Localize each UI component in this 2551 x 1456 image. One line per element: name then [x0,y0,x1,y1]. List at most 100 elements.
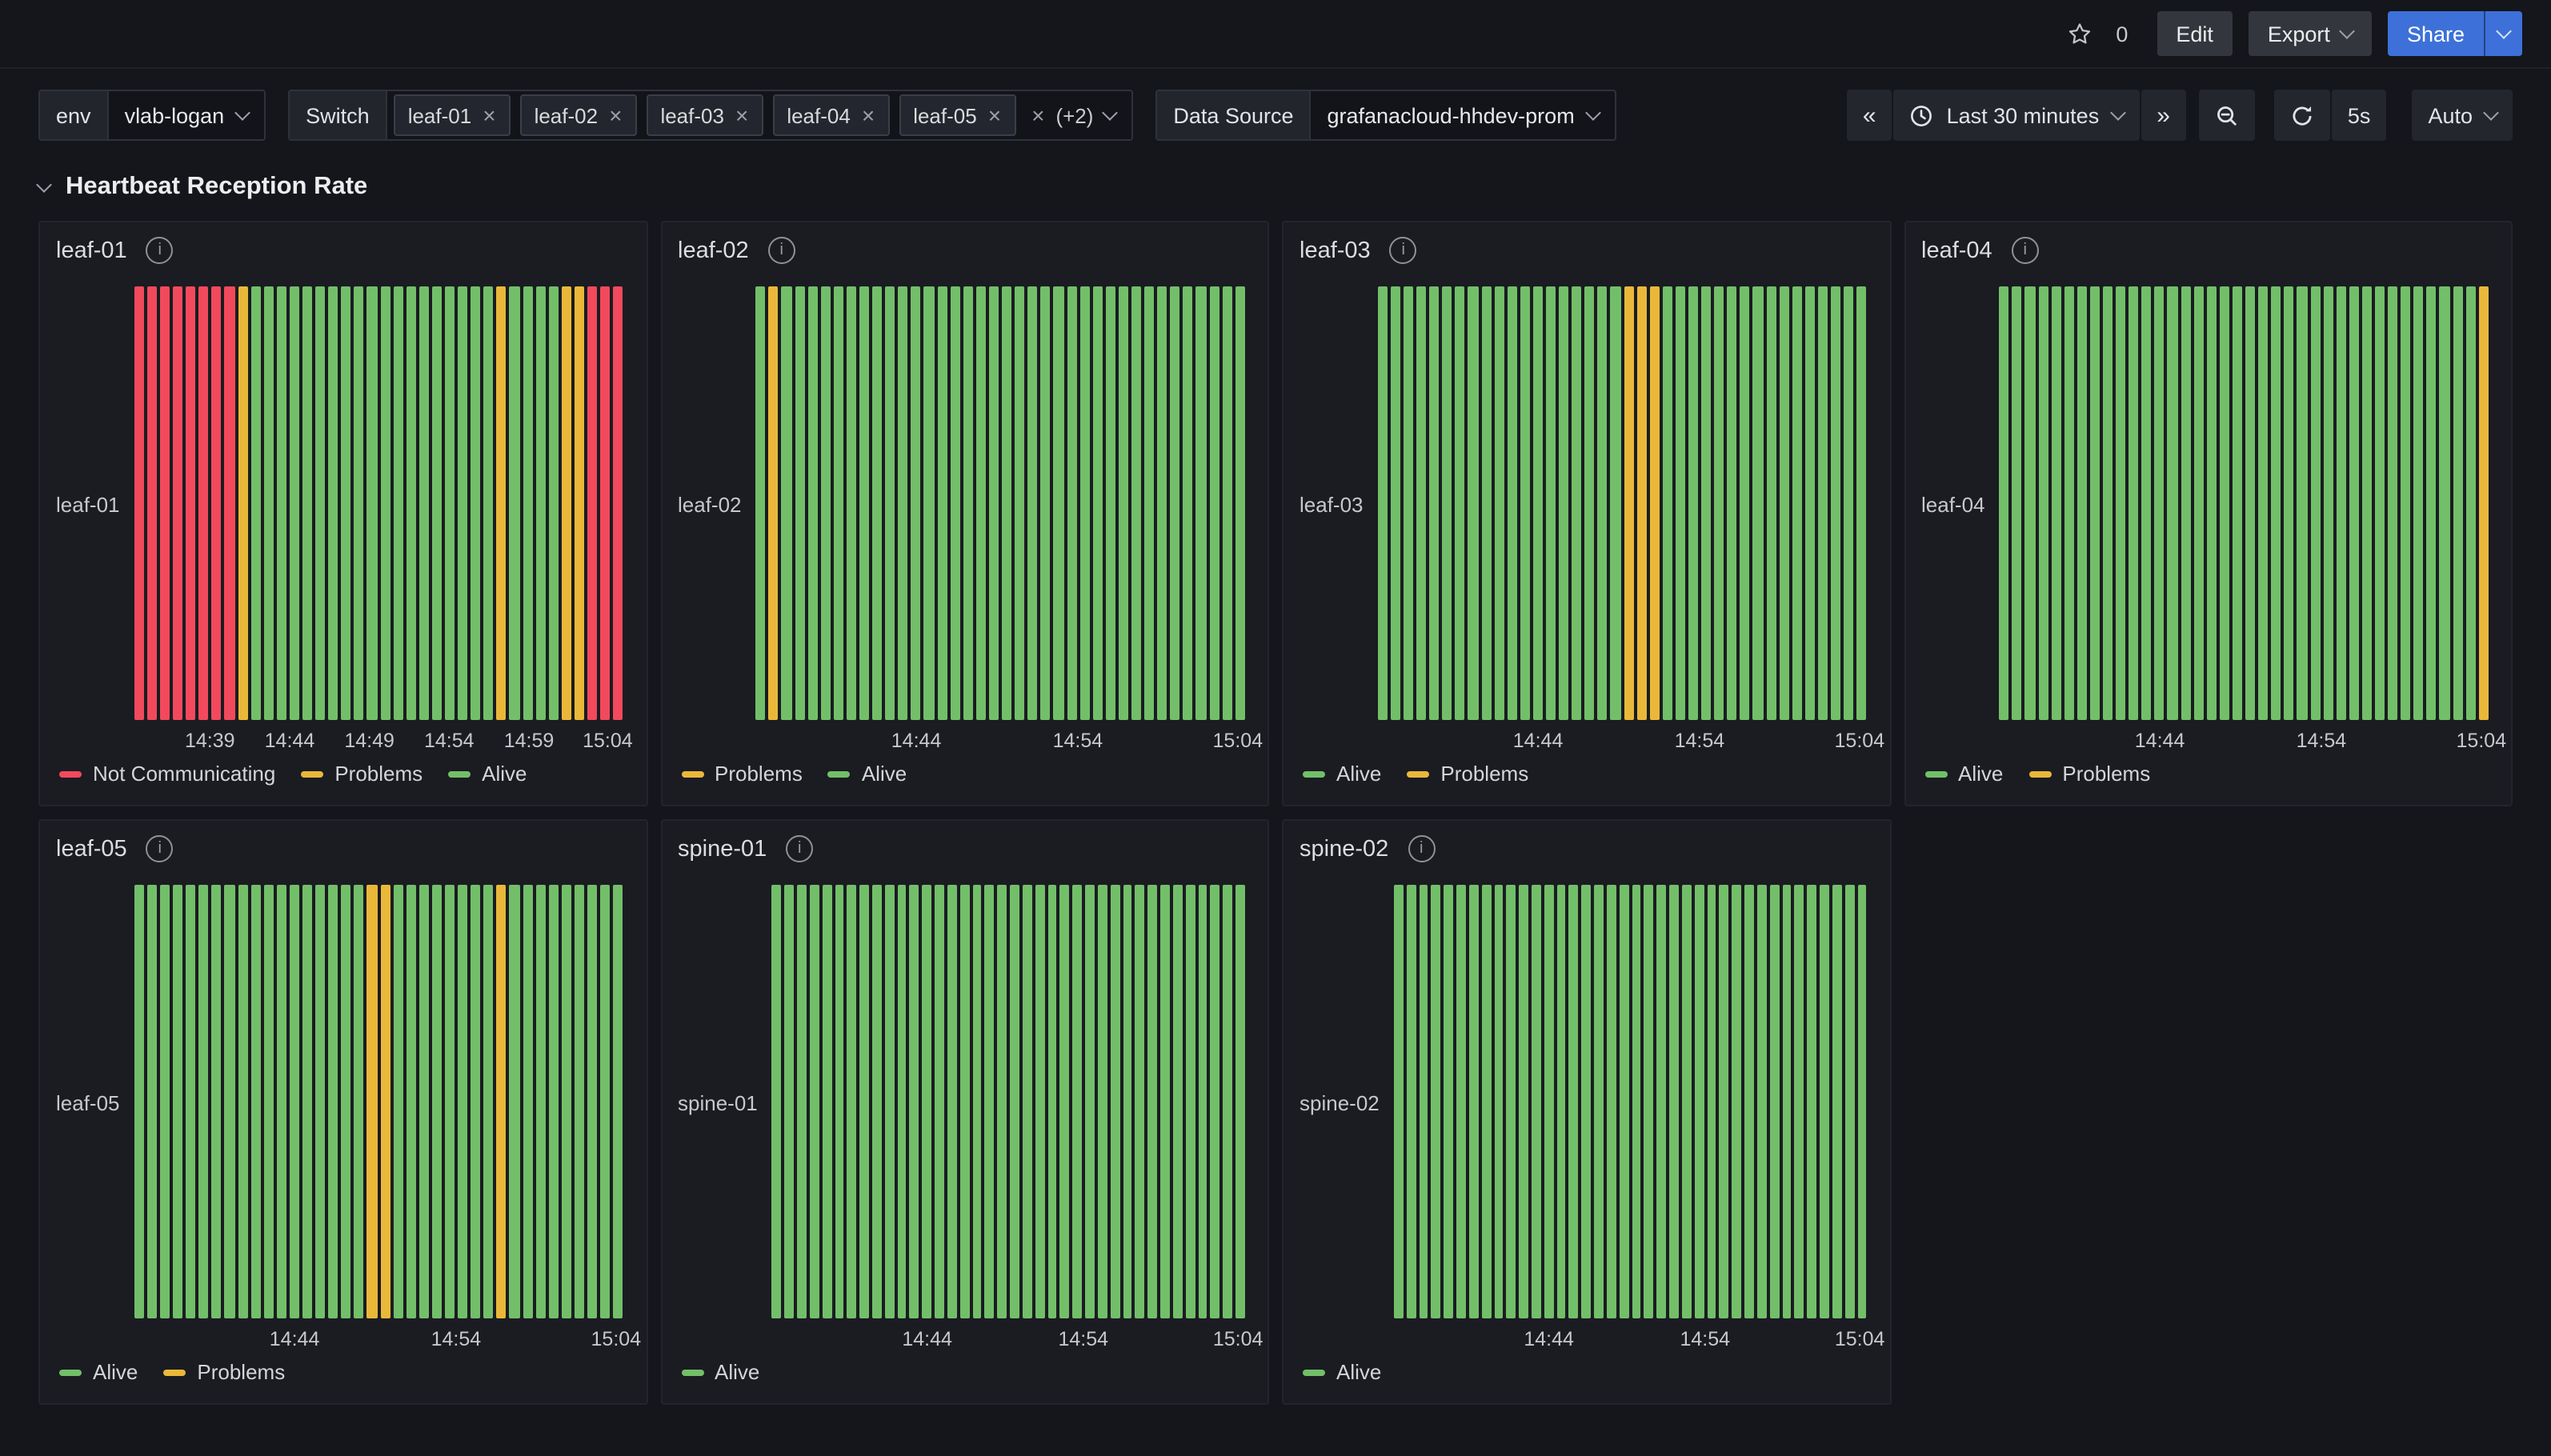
env-variable-value[interactable]: vlab-logan [107,90,266,141]
remove-tag-icon[interactable]: × [735,104,748,126]
zoom-out-button[interactable] [2199,90,2255,141]
info-icon[interactable]: i [768,237,795,264]
status-bar-alive [1119,286,1128,720]
x-tick: 14:54 [424,730,475,752]
auto-button-label: Auto [2428,103,2473,127]
status-bar-problems [1624,286,1633,720]
legend-item-alive[interactable]: Alive [681,1360,759,1384]
status-history-chart: leaf-04 14:4414:5415:04 [1905,267,2511,755]
share-button[interactable]: Share [2388,11,2484,56]
panel-title[interactable]: leaf-05 [56,836,127,862]
chevron-down-icon [1103,105,1119,121]
share-menu-button[interactable] [2484,11,2522,56]
legend-item-alive[interactable]: Alive [828,762,907,786]
status-bar-alive [1844,885,1854,1318]
panel-title[interactable]: spine-02 [1300,836,1388,862]
legend-item-alive[interactable]: Alive [448,762,527,786]
datasource-control: Data Source grafanacloud-hhdev-prom [1155,90,1616,141]
info-icon[interactable]: i [146,237,174,264]
status-bar-alive [419,286,429,720]
remove-tag-icon[interactable]: × [609,104,622,126]
status-bar-alive [2064,286,2073,720]
switch-variable-value[interactable]: leaf-01×leaf-02×leaf-03×leaf-04×leaf-05×… [386,90,1134,141]
status-bar-alive [924,286,934,720]
time-range-button[interactable]: Last 30 minutes [1894,90,2140,141]
y-axis-label: leaf-01 [56,286,134,755]
clear-all-icon[interactable]: × [1031,104,1044,126]
switch-more-group[interactable]: × (+2) [1031,103,1115,127]
status-bar-alive [1185,885,1195,1318]
remove-tag-icon[interactable]: × [483,104,495,126]
status-bar-alive [1160,885,1170,1318]
legend-item-alive[interactable]: Alive [1303,762,1381,786]
auto-button[interactable]: Auto [2412,90,2513,141]
status-bar-alive [756,286,766,720]
legend-item-alive[interactable]: Alive [1303,1360,1381,1384]
star-button[interactable] [2060,14,2100,54]
legend-item-problems[interactable]: Problems [163,1360,285,1384]
status-bar-alive [1456,286,1465,720]
time-shift-back-button[interactable]: « [1847,90,1892,141]
status-bar-alive [367,286,377,720]
status-bar-alive [1404,286,1413,720]
time-shift-forward-button[interactable]: » [2141,90,2186,141]
status-bar-problems [2478,286,2488,720]
legend-label: Alive [93,1360,138,1384]
y-axis-label: leaf-05 [56,885,134,1354]
status-bar-problems [769,286,779,720]
export-button[interactable]: Export [2249,11,2372,56]
panel: leaf-02 i leaf-02 14:4414:5415:04 Proble… [660,221,1269,806]
info-icon[interactable]: i [2012,237,2039,264]
legend-item-alive[interactable]: Alive [59,1360,138,1384]
legend-item-alive[interactable]: Alive [1924,762,2003,786]
status-bar-alive [523,286,532,720]
env-variable-label: env [38,90,107,141]
status-bar-alive [1235,885,1245,1318]
datasource-value[interactable]: grafanacloud-hhdev-prom [1310,90,1616,141]
switch-more-label: (+2) [1055,103,1093,127]
status-bar-nc [134,286,144,720]
status-bar-alive [2155,286,2165,720]
status-bar-problems [497,286,507,720]
panel-title[interactable]: leaf-04 [1921,238,1992,263]
panel-title[interactable]: leaf-02 [678,238,749,263]
remove-tag-icon[interactable]: × [988,104,1001,126]
x-tick: 15:04 [1213,730,1263,752]
status-bar-alive [471,286,480,720]
switch-tag[interactable]: leaf-04× [772,94,889,136]
info-icon[interactable]: i [786,835,813,862]
switch-tag[interactable]: leaf-05× [899,94,1015,136]
remove-tag-icon[interactable]: × [862,104,875,126]
edit-button[interactable]: Edit [2157,11,2233,56]
refresh-interval-button[interactable]: 5s [2332,90,2387,141]
switch-tag[interactable]: leaf-03× [646,94,763,136]
x-tick: 14:54 [1059,1328,1109,1350]
status-bar-alive [613,885,623,1318]
switch-tag[interactable]: leaf-01× [394,94,511,136]
legend-item-problems[interactable]: Problems [1407,762,1528,786]
topbar: 0 Edit Export Share [0,0,2551,69]
status-bar-alive [2336,286,2345,720]
switch-tags: leaf-01×leaf-02×leaf-03×leaf-04×leaf-05× [394,94,1015,136]
legend-item-problems[interactable]: Problems [681,762,803,786]
status-bar-alive [772,885,782,1318]
info-icon[interactable]: i [1408,835,1435,862]
status-bar-alive [302,286,312,720]
legend-item-nc[interactable]: Not Communicating [59,762,275,786]
panel-title[interactable]: leaf-01 [56,238,127,263]
switch-tag[interactable]: leaf-02× [520,94,637,136]
x-tick: 15:04 [1835,730,1885,752]
panel-title[interactable]: spine-01 [678,836,767,862]
info-icon[interactable]: i [146,835,174,862]
info-icon[interactable]: i [1390,237,1417,264]
panel-title[interactable]: leaf-03 [1300,238,1371,263]
status-bar-alive [2401,286,2410,720]
status-bar-alive [1378,286,1388,720]
legend-swatch [1303,1369,1325,1375]
status-bar-alive [1572,286,1581,720]
legend-item-problems[interactable]: Problems [2028,762,2150,786]
refresh-button[interactable] [2274,90,2330,141]
legend-item-problems[interactable]: Problems [301,762,422,786]
row-toggle[interactable]: Heartbeat Reception Rate [38,173,2513,202]
status-bar-alive [1171,286,1180,720]
